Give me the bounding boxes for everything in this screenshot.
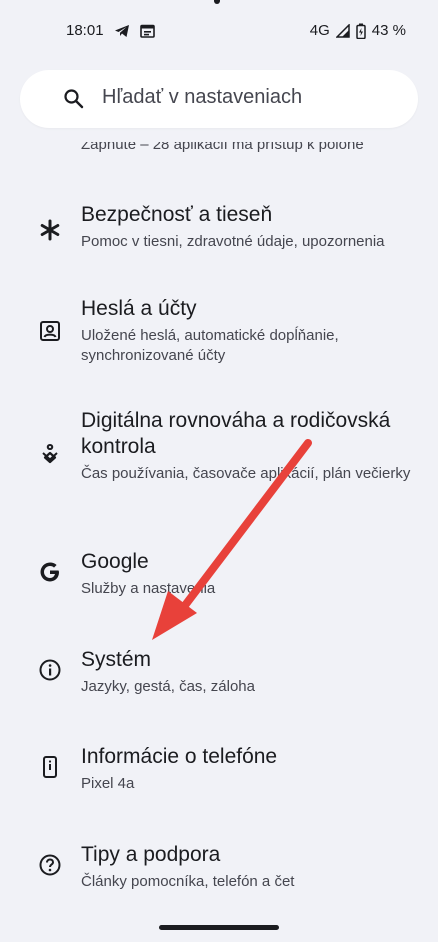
- item-title: Informácie o telefóne: [81, 745, 278, 768]
- calendar-icon: [139, 24, 155, 38]
- item-subtitle: Uložené heslá, automatické dopĺňanie, sy…: [81, 327, 339, 364]
- item-subtitle: Služby a nastavenia: [81, 580, 216, 597]
- network-type: 4G: [309, 22, 330, 39]
- digital-wellbeing-icon: [38, 442, 62, 466]
- battery-icon: [356, 23, 366, 39]
- settings-item-passwords[interactable]: Heslá a účty Uložené heslá, automatické …: [0, 292, 438, 372]
- scroll-mask: [0, 128, 438, 142]
- google-icon: [38, 560, 62, 584]
- signal-icon: [335, 23, 350, 38]
- item-title: Heslá a účty: [81, 297, 197, 320]
- item-title: Bezpečnosť a tieseň: [81, 203, 273, 226]
- search-icon: [62, 87, 86, 116]
- phone-icon: [38, 755, 62, 779]
- search-placeholder: Hľadať v nastaveniach: [102, 86, 303, 108]
- status-right: 4G 43 %: [310, 22, 406, 39]
- telegram-icon: [114, 24, 130, 38]
- info-icon: [38, 658, 62, 682]
- settings-item-google[interactable]: Google Služby a nastavenia: [0, 546, 438, 606]
- item-subtitle: Články pomocníka, telefón a čet: [81, 873, 295, 890]
- item-title: Digitálna rovnováha a rodičovská kontrol…: [81, 409, 391, 458]
- status-time: 18:01: [66, 22, 104, 39]
- settings-item-tips-support[interactable]: Tipy a podpora Články pomocníka, telefón…: [0, 839, 438, 899]
- status-bar: 18:01 4G 43 %: [0, 0, 438, 62]
- settings-item-safety[interactable]: Bezpečnosť a tieseň Pomoc v tiesni, zdra…: [0, 196, 438, 266]
- status-left: 18:01: [66, 22, 155, 39]
- asterisk-icon: [38, 218, 62, 242]
- settings-item-about-phone[interactable]: Informácie o telefóne Pixel 4a: [0, 741, 438, 801]
- item-title: Systém: [81, 648, 152, 671]
- settings-item-digital-wellbeing[interactable]: Digitálna rovnováha a rodičovská kontrol…: [0, 404, 438, 514]
- account-box-icon: [38, 319, 62, 343]
- item-title: Google: [81, 550, 149, 573]
- item-subtitle: Pomoc v tiesni, zdravotné údaje, upozorn…: [81, 233, 385, 250]
- item-subtitle: Pixel 4a: [81, 775, 135, 792]
- item-title: Tipy a podpora: [81, 843, 221, 866]
- search-bar[interactable]: Hľadať v nastaveniach: [20, 70, 418, 128]
- item-subtitle: Čas používania, časovače aplikácií, plán…: [81, 465, 411, 482]
- battery-percent: 43 %: [371, 22, 406, 39]
- gesture-nav-handle[interactable]: [159, 925, 279, 930]
- settings-item-system[interactable]: Systém Jazyky, gestá, čas, záloha: [0, 644, 438, 704]
- camera-notch: [214, 0, 220, 4]
- help-icon: [38, 853, 62, 877]
- item-subtitle: Jazyky, gestá, čas, záloha: [81, 678, 255, 695]
